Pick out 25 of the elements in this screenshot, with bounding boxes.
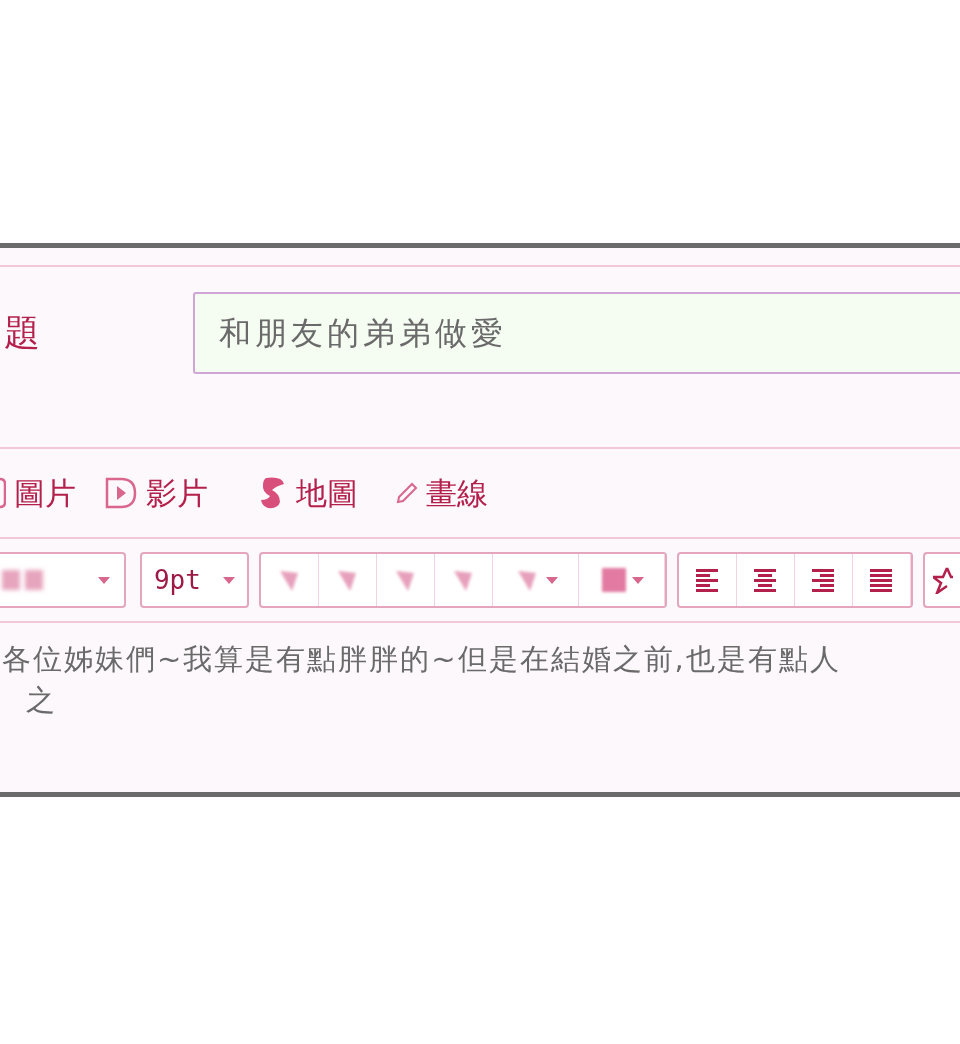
attachment-link[interactable]: 畫線 (396, 469, 488, 517)
caret-icon (222, 576, 235, 584)
align-icon (694, 567, 721, 593)
caret-icon (546, 576, 559, 584)
size-dropdown[interactable]: 9pt (139, 552, 249, 608)
pencil-icon (396, 482, 418, 504)
font-dropdown[interactable] (0, 552, 126, 608)
star-icon (932, 566, 953, 594)
align-icon (810, 567, 837, 593)
subject-value: 和朋友的弟弟做愛 (219, 313, 507, 354)
subject-label: 題 (4, 311, 41, 355)
attachment-link[interactable]: 影片 (104, 469, 208, 517)
caret-icon (632, 576, 645, 584)
play-icon (104, 476, 138, 510)
align-icon (752, 567, 779, 593)
subject-field[interactable]: 和朋友的弟弟做愛 (193, 292, 960, 374)
star-button[interactable] (922, 552, 960, 608)
caret-icon (97, 576, 110, 584)
align-icon (868, 567, 895, 593)
blurred-font-name (0, 567, 46, 593)
size-value: 9pt (153, 563, 201, 597)
post-text-line: 之 (26, 682, 56, 719)
attachment-link[interactable]: 圖片 (0, 469, 76, 517)
post-text-line: 各位姊妹們~我算是有點胖胖的~但是在結婚之前,也是有點人 (2, 641, 842, 678)
attachment-link[interactable]: 地圖 (258, 469, 358, 517)
